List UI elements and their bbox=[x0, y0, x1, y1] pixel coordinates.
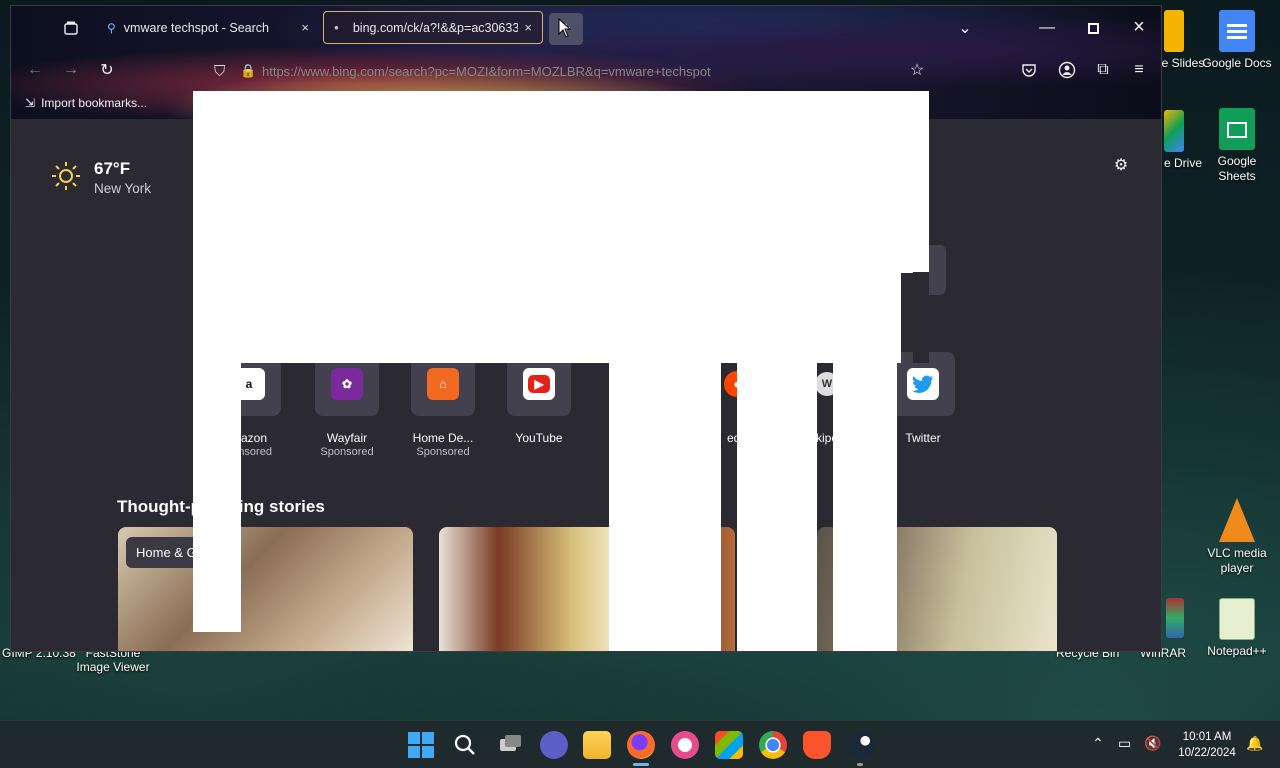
active-app-indicator bbox=[633, 763, 649, 766]
import-icon: ⇲ bbox=[25, 96, 36, 110]
mouse-cursor-icon bbox=[558, 18, 572, 38]
url-bar[interactable]: ⛉ 🔒 https://www.bing.com/search?pc=MOZI&… bbox=[204, 55, 926, 87]
shortcut-youtube[interactable]: ▶ YouTube bbox=[491, 352, 587, 446]
reload-icon[interactable]: ↻ bbox=[93, 56, 121, 84]
twitter-logo-icon bbox=[907, 368, 939, 400]
microsoft-store-icon[interactable] bbox=[715, 731, 743, 759]
steam-indicator bbox=[857, 763, 863, 766]
clock[interactable]: 10:01 AM 10/22/2024 bbox=[1172, 729, 1242, 761]
task-view-icon[interactable] bbox=[496, 731, 524, 759]
render-artifact bbox=[193, 272, 901, 363]
search-icon[interactable] bbox=[451, 731, 479, 759]
vlc-cone-icon bbox=[1219, 498, 1255, 542]
render-artifact bbox=[609, 362, 721, 651]
winrar-desktop-icon[interactable] bbox=[1160, 598, 1190, 642]
tray-overflow-chevron[interactable]: ⌃ bbox=[1092, 735, 1104, 751]
close-tab-icon[interactable]: × bbox=[301, 20, 309, 35]
url-text: https://www.bing.com/search?pc=MOZI&form… bbox=[262, 63, 711, 79]
pocket-icon[interactable] bbox=[1015, 56, 1043, 84]
list-all-tabs-icon[interactable]: ⌄ bbox=[951, 14, 979, 42]
weather-location: New York bbox=[94, 181, 152, 196]
extensions-icon[interactable]: ⧉ bbox=[1089, 56, 1117, 84]
menu-hamburger-icon[interactable]: ≡ bbox=[1125, 56, 1153, 84]
weather-temp: 67°F bbox=[94, 159, 131, 178]
slides-icon bbox=[1164, 10, 1184, 52]
teams-chat-icon[interactable] bbox=[540, 731, 568, 759]
story-card-home[interactable]: Home & G bbox=[118, 527, 413, 651]
account-icon[interactable] bbox=[1053, 56, 1081, 84]
windows-start-icon[interactable] bbox=[407, 731, 435, 759]
search-icon: ⚲ bbox=[107, 20, 116, 35]
sun-icon bbox=[52, 162, 80, 190]
tab-vmware-search[interactable]: ⚲ vmware techspot - Search × bbox=[97, 11, 319, 44]
shortcut-wayfair[interactable]: ✿ Wayfair Sponsored bbox=[299, 352, 395, 458]
render-artifact bbox=[193, 91, 929, 273]
lock-icon: 🔒 bbox=[240, 63, 257, 78]
winrar-icon bbox=[1166, 598, 1184, 638]
settings-gear-icon[interactable]: ⚙ bbox=[1107, 151, 1135, 179]
tab-overview-icon[interactable] bbox=[57, 14, 85, 42]
google-sheets-desktop-icon[interactable]: Google Sheets bbox=[1198, 108, 1276, 184]
close-tab-icon[interactable]: × bbox=[524, 20, 532, 35]
docs-icon bbox=[1219, 10, 1255, 52]
render-artifact bbox=[833, 362, 897, 651]
render-artifact bbox=[193, 362, 241, 632]
firefox-window: ⚲ vmware techspot - Search × ● bing.com/… bbox=[10, 5, 1162, 652]
firefox-icon[interactable] bbox=[627, 731, 655, 759]
wayfair-logo-icon: ✿ bbox=[331, 368, 363, 400]
loading-icon: ● bbox=[334, 23, 339, 32]
steam-icon[interactable] bbox=[847, 731, 875, 759]
import-bookmarks-link[interactable]: ⇲ Import bookmarks... bbox=[25, 96, 147, 110]
taskbar: ⌃ ▭ 🔇 10:01 AM 10/22/2024 🔔 bbox=[0, 720, 1280, 768]
vlc-desktop-icon[interactable]: VLC media player bbox=[1198, 498, 1276, 576]
volume-muted-icon[interactable]: 🔇 bbox=[1144, 735, 1161, 751]
notepadpp-desktop-icon[interactable]: Notepad++ bbox=[1198, 598, 1276, 659]
google-docs-desktop-icon[interactable]: Google Docs bbox=[1198, 10, 1276, 71]
tab-bing-ck[interactable]: ● bing.com/ck/a?!&&p=ac30633 × bbox=[323, 11, 543, 44]
forward-arrow-icon[interactable]: → bbox=[57, 56, 85, 84]
minimize-button[interactable]: — bbox=[1033, 14, 1061, 42]
shortcut-home-depot[interactable]: ⌂ Home De... Sponsored bbox=[395, 352, 491, 458]
drive-icon bbox=[1164, 110, 1184, 152]
file-explorer-icon[interactable] bbox=[583, 731, 611, 759]
brave-icon[interactable] bbox=[803, 731, 831, 759]
notifications-icon[interactable]: 🔔 bbox=[1246, 735, 1263, 751]
render-artifact bbox=[913, 272, 929, 363]
notepadpp-icon bbox=[1219, 598, 1255, 640]
chrome-icon[interactable] bbox=[759, 731, 787, 759]
sheets-icon bbox=[1219, 108, 1255, 150]
itunes-icon[interactable] bbox=[671, 731, 699, 759]
shield-icon: ⛉ bbox=[214, 62, 226, 80]
render-artifact bbox=[737, 362, 817, 651]
bookmark-star-icon[interactable]: ☆ bbox=[903, 56, 931, 84]
network-icon[interactable]: ▭ bbox=[1118, 735, 1131, 751]
maximize-button[interactable] bbox=[1079, 14, 1107, 42]
home-depot-logo-icon: ⌂ bbox=[427, 368, 459, 400]
close-window-button[interactable]: × bbox=[1125, 13, 1153, 41]
youtube-logo-icon: ▶ bbox=[523, 368, 555, 400]
back-arrow-icon[interactable]: ← bbox=[21, 56, 49, 84]
